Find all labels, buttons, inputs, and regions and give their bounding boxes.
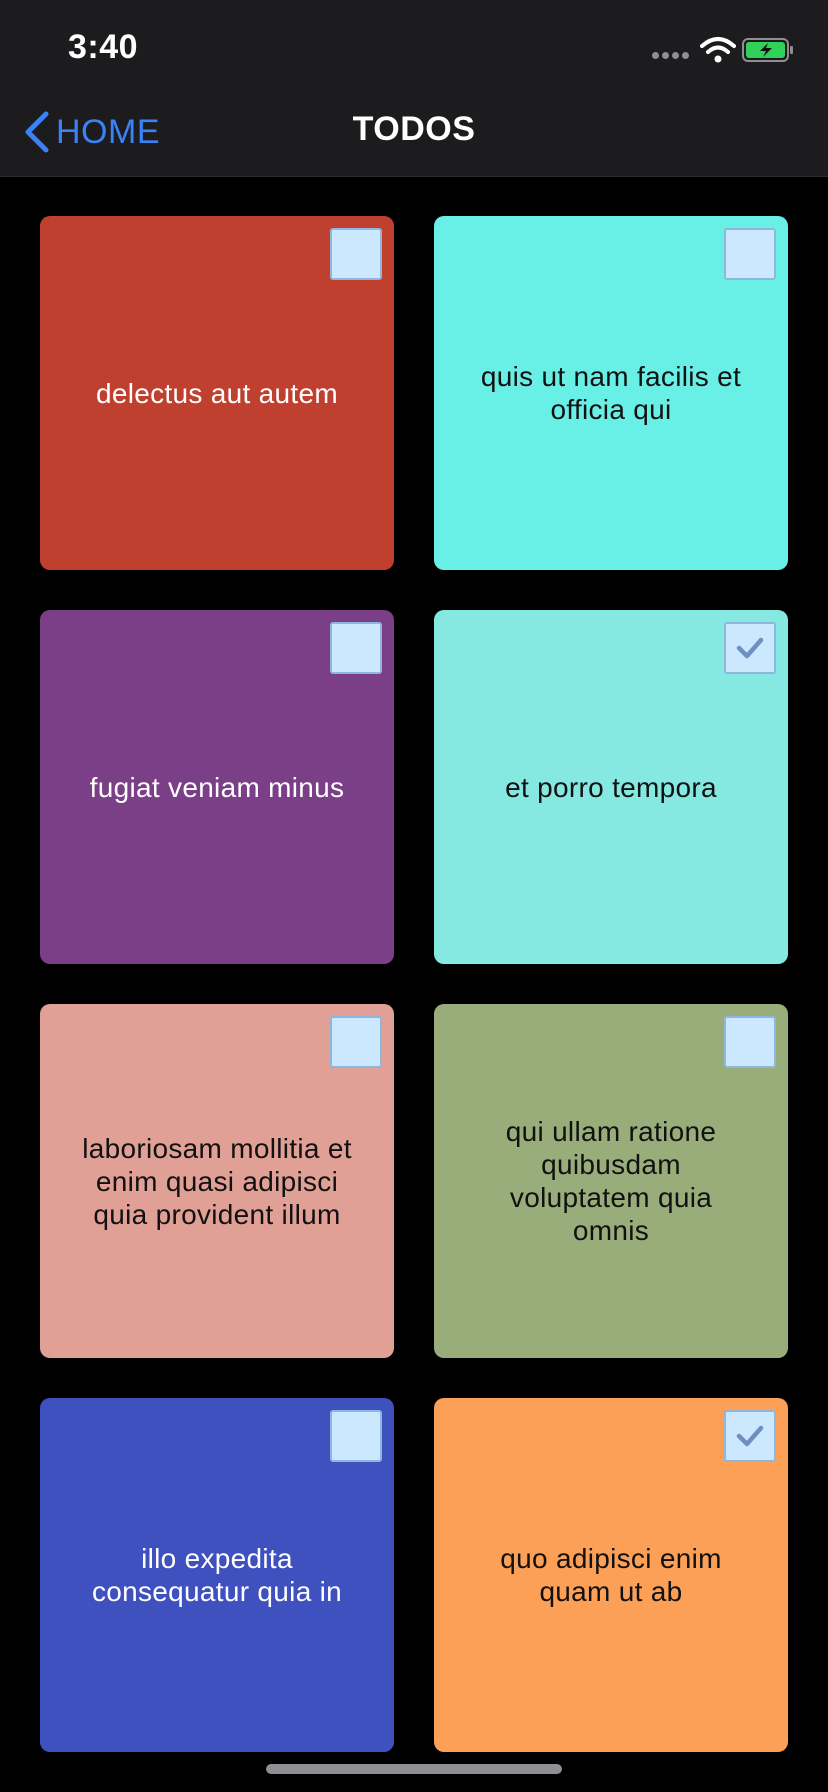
todo-checkbox[interactable]: [724, 1410, 776, 1462]
page-title: TODOS: [352, 110, 476, 148]
todo-card[interactable]: quis ut nam facilis et officia qui: [434, 216, 788, 570]
todo-title: illo expedita consequatur quia in: [91, 1543, 343, 1607]
home-indicator[interactable]: [266, 1764, 562, 1774]
todo-title: laboriosam mollitia et enim quasi adipis…: [82, 1132, 352, 1230]
todo-checkbox[interactable]: [724, 228, 776, 280]
todo-card[interactable]: quo adipisci enim quam ut ab: [434, 1398, 788, 1752]
todo-title: quo adipisci enim quam ut ab: [500, 1543, 722, 1607]
todo-checkbox[interactable]: [724, 622, 776, 674]
checkmark-icon: [736, 637, 764, 659]
todo-card[interactable]: fugiat veniam minus: [40, 610, 394, 964]
battery-charging-icon: [742, 38, 794, 62]
todo-title: fugiat veniam minus: [89, 771, 345, 803]
todo-card[interactable]: delectus aut autem: [40, 216, 394, 570]
todo-checkbox[interactable]: [330, 1410, 382, 1462]
todo-checkbox[interactable]: [330, 1016, 382, 1068]
navigation-bar: 3:40 HOME TODOS: [0, 0, 828, 177]
todo-grid: delectus aut autem quis ut nam facilis e…: [40, 216, 788, 1752]
todo-card[interactable]: qui ullam ratione quibusdam voluptatem q…: [434, 1004, 788, 1358]
todo-checkbox[interactable]: [330, 228, 382, 280]
todo-title: delectus aut autem: [96, 377, 338, 409]
todo-card[interactable]: et porro tempora: [434, 610, 788, 964]
checkmark-icon: [736, 1425, 764, 1447]
todo-title: qui ullam ratione quibusdam voluptatem q…: [505, 1116, 717, 1246]
wifi-icon: [700, 36, 736, 64]
todo-card[interactable]: laboriosam mollitia et enim quasi adipis…: [40, 1004, 394, 1358]
todo-card[interactable]: illo expedita consequatur quia in: [40, 1398, 394, 1752]
status-time: 3:40: [68, 28, 139, 66]
todo-checkbox[interactable]: [330, 622, 382, 674]
todo-title: quis ut nam facilis et officia qui: [480, 361, 742, 425]
cellular-signal-icon: [652, 52, 692, 62]
todo-title: et porro tempora: [505, 771, 717, 803]
todo-checkbox[interactable]: [724, 1016, 776, 1068]
